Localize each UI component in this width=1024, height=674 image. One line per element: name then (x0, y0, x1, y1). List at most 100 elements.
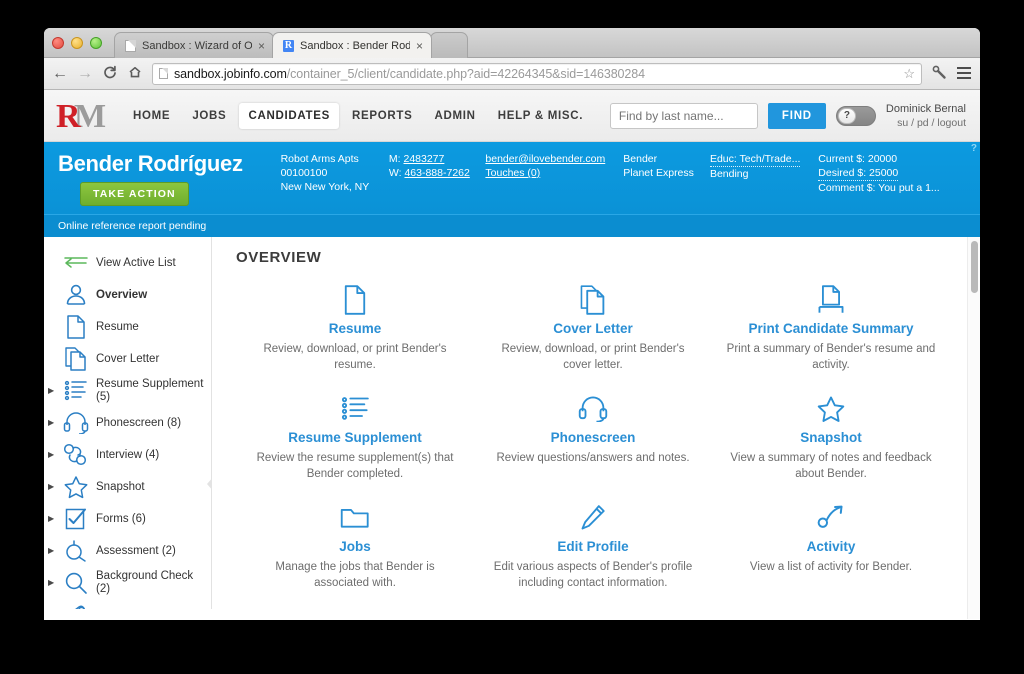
status-text: Online reference report pending (58, 220, 207, 232)
take-action-button[interactable]: TAKE ACTION (80, 182, 189, 206)
candidate-identity: Bender Rodríguez TAKE ACTION (58, 152, 281, 206)
chevron-right-icon[interactable]: ▶ (48, 451, 56, 459)
chevron-right-icon[interactable]: ▶ (48, 515, 56, 523)
card-resume-supplement[interactable]: Resume Supplement Review the resume supp… (236, 393, 474, 482)
sidebar-item-snapshot[interactable]: ▶ Snapshot (44, 471, 211, 503)
header-help-icon[interactable]: ? (971, 143, 977, 154)
reload-icon[interactable] (102, 65, 118, 83)
web-page: M R HOME JOBS CANDIDATES REPORTS ADMIN H… (44, 90, 980, 619)
card-phonescreen[interactable]: Phonescreen Review questions/answers and… (474, 393, 712, 482)
copy-document-icon (488, 284, 698, 316)
wrench-icon[interactable] (931, 65, 947, 83)
help-toggle[interactable]: ? (835, 105, 876, 126)
new-tab-button[interactable] (430, 32, 468, 58)
card-jobs[interactable]: Jobs Manage the jobs that Bender is asso… (236, 502, 474, 591)
search-input[interactable] (609, 102, 758, 129)
sidebar-item-overview[interactable]: Overview (44, 279, 211, 311)
chevron-right-icon[interactable]: ▶ (48, 419, 56, 427)
user-links[interactable]: su / pd / logout (886, 116, 966, 130)
scrollbar-thumb[interactable] (971, 241, 978, 293)
print-icon (726, 284, 936, 316)
home-icon[interactable] (127, 65, 143, 83)
candidate-address: Robot Arms Apts 00100100 New New York, N… (281, 152, 389, 194)
candidate-employer: Bender Planet Express (623, 152, 710, 180)
forward-icon[interactable]: → (77, 65, 93, 82)
megaphone-icon (63, 602, 89, 609)
sidebar-item-view-active-list[interactable]: View Active List (44, 247, 211, 279)
sidebar-item-references[interactable]: ▶ References (7) (44, 599, 211, 609)
card-resume[interactable]: Resume Review, download, or print Bender… (236, 284, 474, 373)
card-title[interactable]: Cover Letter (488, 321, 698, 336)
close-window-button[interactable] (52, 37, 64, 49)
close-icon[interactable]: × (416, 40, 423, 52)
menu-icon[interactable] (956, 66, 972, 82)
sidebar-item-label: View Active List (96, 256, 176, 269)
document-icon (63, 314, 89, 340)
address-bar[interactable]: sandbox.jobinfo.com/container_5/client/c… (152, 62, 922, 85)
minimize-window-button[interactable] (71, 37, 83, 49)
touches-link[interactable]: Touches (0) (485, 167, 540, 179)
chevron-right-icon[interactable]: ▶ (48, 483, 56, 491)
candidate-name: Bender Rodríguez (58, 151, 243, 176)
sidebar-item-cover-letter[interactable]: Cover Letter (44, 343, 211, 375)
chevron-right-icon[interactable]: ▶ (48, 579, 56, 587)
sidebar-item-interview[interactable]: ▶ Interview (4) (44, 439, 211, 471)
nav-item-help-misc[interactable]: HELP & MISC. (489, 103, 593, 129)
rm-logo[interactable]: M R (54, 96, 110, 136)
maximize-window-button[interactable] (90, 37, 102, 49)
find-button[interactable]: FIND (767, 102, 826, 129)
email-link[interactable]: bender@ilovebender.com (485, 153, 605, 165)
list-icon (63, 378, 89, 404)
card-edit-profile[interactable]: Edit Profile Edit various aspects of Ben… (474, 502, 712, 591)
nav-item-candidates[interactable]: CANDIDATES (239, 102, 339, 129)
browser-tab-1[interactable]: Sandbox : Wizard of Oz (1... × (114, 32, 274, 58)
card-print-candidate-summary[interactable]: Print Candidate Summary Print a summary … (712, 284, 950, 373)
mobile-phone-link[interactable]: 2483277 (403, 153, 444, 165)
main-content: OVERVIEW Resume Review, download, or pri… (212, 237, 980, 609)
card-title[interactable]: Resume (250, 321, 460, 336)
card-cover-letter[interactable]: Cover Letter Review, download, or print … (474, 284, 712, 373)
chevron-right-icon[interactable]: ▶ (48, 547, 56, 555)
pencil-icon (488, 502, 698, 534)
card-title[interactable]: Phonescreen (488, 430, 698, 445)
card-title[interactable]: Print Candidate Summary (726, 321, 936, 336)
sidebar-item-resume[interactable]: Resume (44, 311, 211, 343)
back-icon[interactable]: ← (52, 65, 68, 82)
close-icon[interactable]: × (258, 40, 265, 52)
nav-item-admin[interactable]: ADMIN (425, 103, 484, 129)
sidebar-item-background-check[interactable]: ▶ Background Check (2) (44, 567, 211, 599)
card-title[interactable]: Snapshot (726, 430, 936, 445)
bookmark-star-icon[interactable]: ☆ (903, 66, 917, 82)
sidebar-item-assessment[interactable]: ▶ Assessment (2) (44, 535, 211, 567)
nav-item-home[interactable]: HOME (124, 103, 179, 129)
page-title: OVERVIEW (236, 249, 322, 266)
assessment-icon (63, 538, 89, 564)
comment-salary[interactable]: Comment $: You put a 1... (818, 181, 966, 195)
document-icon (250, 284, 460, 316)
page-scrollbar[interactable] (967, 237, 980, 619)
nav-item-reports[interactable]: REPORTS (343, 103, 422, 129)
education-value[interactable]: Educ: Tech/Trade... (709, 152, 801, 167)
work-phone-link[interactable]: 463-888-7262 (404, 167, 469, 179)
activity-arrow-icon (726, 502, 936, 534)
sidebar-item-phonescreen[interactable]: ▶ Phonescreen (8) (44, 407, 211, 439)
card-title[interactable]: Activity (726, 539, 936, 554)
card-title[interactable]: Resume Supplement (250, 430, 460, 445)
mobile-label: M: (388, 153, 401, 165)
sidebar-item-resume-supplement[interactable]: ▶ Resume Supplement (5) (44, 375, 211, 407)
mobile-phone-row: M: 2483277 (389, 152, 486, 166)
nav-item-jobs[interactable]: JOBS (183, 103, 235, 129)
sidebar-item-forms[interactable]: ▶ Forms (6) (44, 503, 211, 535)
browser-tab-2[interactable]: R Sandbox : Bender Rodrígue × (272, 32, 432, 58)
card-activity[interactable]: Activity View a list of activity for Ben… (712, 502, 950, 591)
card-title[interactable]: Jobs (250, 539, 460, 554)
desktop-background: Sandbox : Wizard of Oz (1... × R Sandbox… (0, 0, 1024, 674)
card-title[interactable]: Edit Profile (488, 539, 698, 554)
card-description: Review the resume supplement(s) that Ben… (256, 452, 454, 480)
current-salary: Current $: 20000 (818, 153, 898, 165)
card-snapshot[interactable]: Snapshot View a summary of notes and fee… (712, 393, 950, 482)
address-line-2: 00100100 (280, 167, 328, 179)
sidebar-item-label: Assessment (2) (96, 544, 176, 557)
url-text: sandbox.jobinfo.com/container_5/client/c… (174, 66, 645, 81)
chevron-right-icon[interactable]: ▶ (48, 387, 56, 395)
